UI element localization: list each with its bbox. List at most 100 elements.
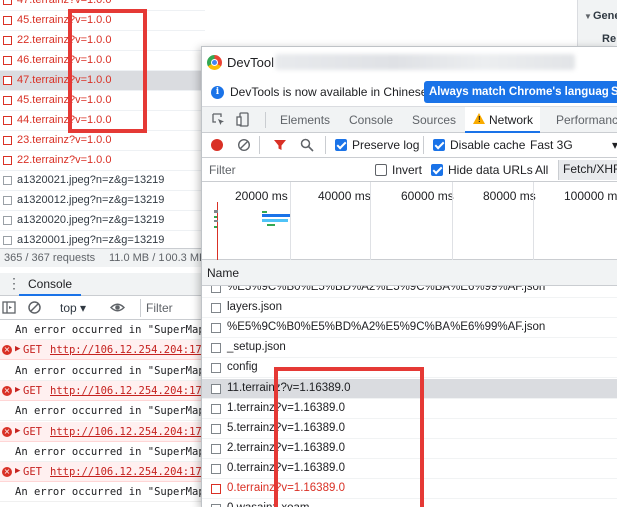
background-request-name: a1320020.jpeg?n=z&g=13219 (17, 214, 165, 226)
background-request-name: 23.terrainz?v=1.0.0 (17, 134, 112, 146)
request-url-link[interactable]: http://106.12.254.204:17 (50, 385, 202, 397)
request-count: 365 / 367 requests (4, 252, 96, 264)
timeline-waterfall (214, 202, 290, 260)
tab-sources[interactable]: Sources (412, 107, 456, 133)
console-message-text: An error occurred in "SuperMap (15, 405, 205, 418)
devtools-tabs: Elements Console Sources ! Network Perfo… (202, 107, 617, 133)
general-section-label[interactable]: Gene (593, 10, 617, 22)
error-icon: × (2, 467, 12, 478)
sidebar-toggle-icon[interactable] (2, 300, 17, 315)
console-message-line[interactable]: An error occurred in "SuperMap (0, 401, 205, 422)
request-row[interactable]: %E5%9C%B0%E5%BD%A2%E5%9C%BA%E6%99%AF.jso… (202, 286, 617, 298)
expand-arrow-icon[interactable]: ▶ (15, 466, 20, 476)
window-titlebar[interactable]: DevTool (202, 47, 617, 77)
background-request-row[interactable]: 22.terrainz?v=1.0.0 (0, 151, 205, 171)
resource-icon (3, 16, 12, 25)
console-error-line[interactable]: × ▶ GET http://106.12.254.204:17 (0, 421, 205, 442)
network-overview-timeline[interactable]: 20000 ms 40000 ms 60000 ms 80000 ms 1000… (202, 182, 617, 260)
tab-performance[interactable]: Performance (556, 107, 617, 133)
resource-icon (211, 363, 221, 374)
match-language-button[interactable]: Always match Chrome's language (424, 81, 617, 103)
hide-data-urls-label[interactable]: Hide data URLs (448, 163, 533, 177)
disable-cache-checkbox[interactable] (433, 139, 445, 151)
console-message-text: An error occurred in "SuperMap (15, 364, 205, 377)
resource-icon (211, 484, 221, 494)
console-message-line[interactable]: An error occurred in "SuperMap (0, 320, 205, 340)
tab-elements[interactable]: Elements (280, 107, 330, 133)
console-error-line[interactable]: × ▶ GET http://106.12.254.204:17 (0, 380, 205, 401)
console-toolbar: top ▾ Filter (0, 296, 205, 320)
request-url-link[interactable]: http://106.12.254.204:17 (50, 466, 202, 478)
window-title: DevTool (227, 55, 274, 70)
tab-separator (265, 112, 266, 128)
request-url-link[interactable]: http://106.12.254.204:17 (50, 344, 202, 356)
disable-cache-label[interactable]: Disable cache (450, 138, 525, 152)
resource-icon (211, 423, 221, 434)
request-name: _setup.json (227, 341, 286, 354)
resource-icon (3, 0, 12, 5)
console-message-text: An error occurred in "SuperMap (15, 445, 205, 458)
invert-label[interactable]: Invert (392, 163, 422, 177)
tab-console[interactable]: Console (349, 107, 393, 133)
console-error-line[interactable]: × ▶ GET http://106.12.254.204:17 (0, 340, 205, 361)
info-icon: i (211, 86, 224, 99)
switch-language-button[interactable]: S (608, 81, 617, 103)
name-column-header[interactable]: Name (207, 266, 239, 280)
resource-icon (211, 443, 221, 454)
timeline-label: 80000 ms (483, 189, 536, 203)
console-error-line[interactable]: × ▶ GET http://106.12.254.204:17 (0, 462, 205, 483)
console-message-line[interactable]: An error occurred in "SuperMap (0, 361, 205, 381)
filter-input[interactable]: Filter (206, 161, 363, 179)
background-request-row[interactable]: a1320020.jpeg?n=z&g=13219 (0, 211, 205, 231)
background-request-row[interactable]: 23.terrainz?v=1.0.0 (0, 131, 205, 151)
filter-funnel-icon[interactable] (273, 138, 287, 152)
resource-icon (3, 216, 12, 225)
request-row[interactable]: _setup.json (202, 338, 617, 359)
tab-network[interactable]: ! Network (465, 107, 540, 133)
device-toolbar-icon[interactable] (236, 112, 251, 127)
request-row[interactable]: layers.json (202, 298, 617, 319)
expand-arrow-icon[interactable]: ▶ (15, 385, 20, 395)
expand-triangle-icon[interactable]: ▼ (584, 12, 592, 21)
background-request-row[interactable]: a1320021.jpeg?n=z&g=13219 (0, 171, 205, 191)
clear-console-icon[interactable] (27, 300, 42, 315)
console-message-line[interactable]: An error occurred in "SuperMap (0, 482, 205, 503)
drawer-tabbar: ⋮ Console (0, 273, 205, 296)
request-url-link[interactable]: http://106.12.254.204:17 (50, 426, 202, 438)
inspect-element-icon[interactable] (211, 112, 226, 127)
transfer-size: 11.0 MB / 1 00.3 MB (109, 252, 207, 264)
timeline-label: 20000 ms (235, 189, 288, 203)
throttling-select[interactable]: Fast 3G (530, 138, 573, 152)
invert-checkbox[interactable] (375, 164, 387, 176)
clear-icon[interactable] (237, 138, 251, 152)
expand-arrow-icon[interactable]: ▶ (15, 344, 20, 354)
hide-data-urls-checkbox[interactable] (431, 164, 443, 176)
context-selector[interactable]: top ▾ (60, 301, 86, 315)
request-name: %E5%9C%B0%E5%BD%A2%E5%9C%BA%E6%99%AF.jso… (227, 321, 546, 334)
live-expression-eye-icon[interactable] (110, 300, 125, 315)
toolbar-separator (325, 136, 326, 154)
preserve-log-label[interactable]: Preserve log (352, 138, 419, 152)
language-infobar: i DevTools is now available in Chinese! … (202, 77, 617, 107)
console-filter-input[interactable]: Filter (140, 299, 205, 317)
timeline-gridline (370, 182, 371, 260)
timeline-gridline (452, 182, 453, 260)
filter-fetch-xhr-button[interactable]: Fetch/XHR (558, 160, 617, 180)
filter-all-button[interactable]: All (535, 163, 548, 177)
chrome-logo-icon (207, 55, 222, 70)
background-request-row[interactable]: a1320012.jpeg?n=z&g=13219 (0, 191, 205, 211)
request-row[interactable]: %E5%9C%B0%E5%BD%A2%E5%9C%BA%E6%99%AF.jso… (202, 318, 617, 339)
resource-icon (211, 383, 221, 394)
record-icon[interactable] (211, 139, 223, 151)
console-message-text: An error occurred in "SuperMap (15, 324, 205, 336)
background-request-name: 22.terrainz?v=1.0.0 (17, 154, 112, 166)
throttling-dropdown-icon[interactable]: ▾ (612, 138, 617, 152)
background-request-row[interactable]: a1320001.jpeg?n=z&g=13219 (0, 231, 205, 248)
expand-arrow-icon[interactable]: ▶ (15, 426, 20, 436)
toolbar-separator (423, 136, 424, 154)
tab-console[interactable]: Console (19, 273, 82, 296)
search-icon[interactable] (300, 138, 314, 152)
preserve-log-checkbox[interactable] (335, 139, 347, 151)
console-message-line[interactable]: An error occurred in "SuperMap (0, 442, 205, 462)
resource-icon (3, 176, 12, 185)
